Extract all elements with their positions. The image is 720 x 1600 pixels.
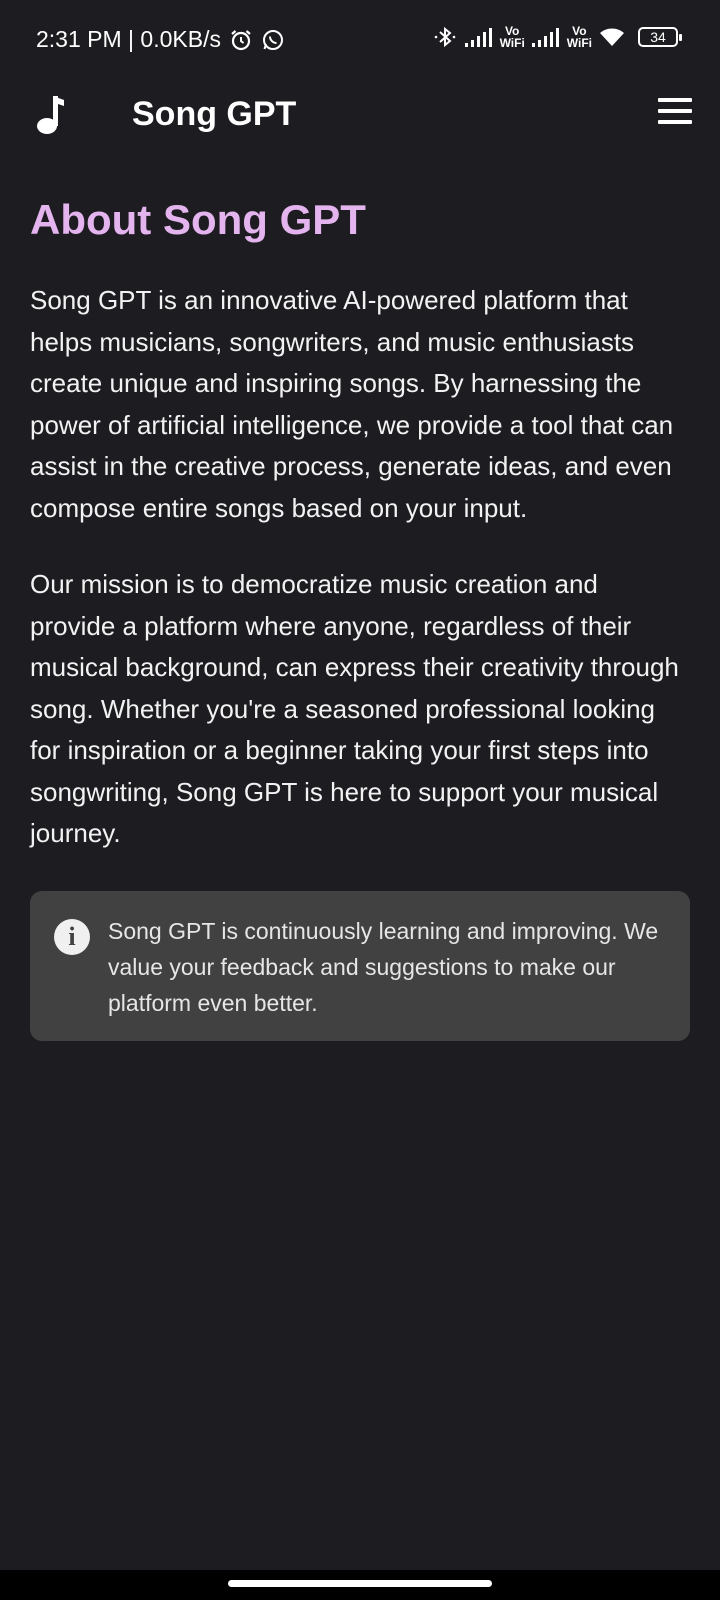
bluetooth-icon — [434, 26, 455, 48]
system-nav-bar — [0, 1570, 720, 1600]
status-left: 2:31 PM | 0.0KB/s — [36, 26, 285, 53]
app-title: Song GPT — [132, 95, 297, 133]
status-bar: 2:31 PM | 0.0KB/s Vo WiFi Vo WiFi 34 — [0, 0, 720, 78]
alarm-icon — [231, 29, 251, 50]
menu-line-3 — [658, 120, 692, 124]
home-indicator[interactable] — [228, 1580, 492, 1587]
info-text: Song GPT is continuously learning and im… — [108, 917, 659, 1016]
hamburger-menu-icon[interactable] — [658, 98, 694, 128]
status-right: Vo WiFi Vo WiFi 34 — [432, 24, 682, 50]
about-paragraph-1: Song GPT is an innovative AI-powered pla… — [30, 285, 674, 523]
signal-icon-1 — [464, 28, 492, 47]
screen: 2:31 PM | 0.0KB/s Vo WiFi Vo WiFi 34 Son… — [0, 0, 720, 1600]
status-time-speed: 2:31 PM | 0.0KB/s — [36, 26, 221, 52]
info-card: i Song GPT is continuously learning and … — [30, 890, 690, 1041]
info-icon: i — [54, 918, 90, 955]
vowifi-label-2: Vo WiFi — [567, 25, 592, 49]
whatsapp-icon — [262, 29, 283, 50]
signal-icon-2 — [531, 28, 559, 47]
app-bar: Song GPT — [0, 78, 720, 152]
vowifi-1-bottom: WiFi — [499, 36, 525, 50]
main-content: About Song GPT Song GPT is an innovative… — [30, 190, 690, 1041]
music-note-icon — [37, 96, 64, 134]
page-title: About Song GPT — [30, 196, 366, 243]
menu-line-1 — [658, 98, 692, 102]
about-paragraph-2: Our mission is to democratize music crea… — [30, 569, 679, 848]
vowifi-label-1: Vo WiFi — [500, 25, 525, 49]
vowifi-2-bottom: WiFi — [566, 36, 592, 50]
battery-indicator: 34 — [638, 27, 682, 47]
menu-line-2 — [658, 109, 692, 113]
wifi-icon — [600, 28, 624, 46]
